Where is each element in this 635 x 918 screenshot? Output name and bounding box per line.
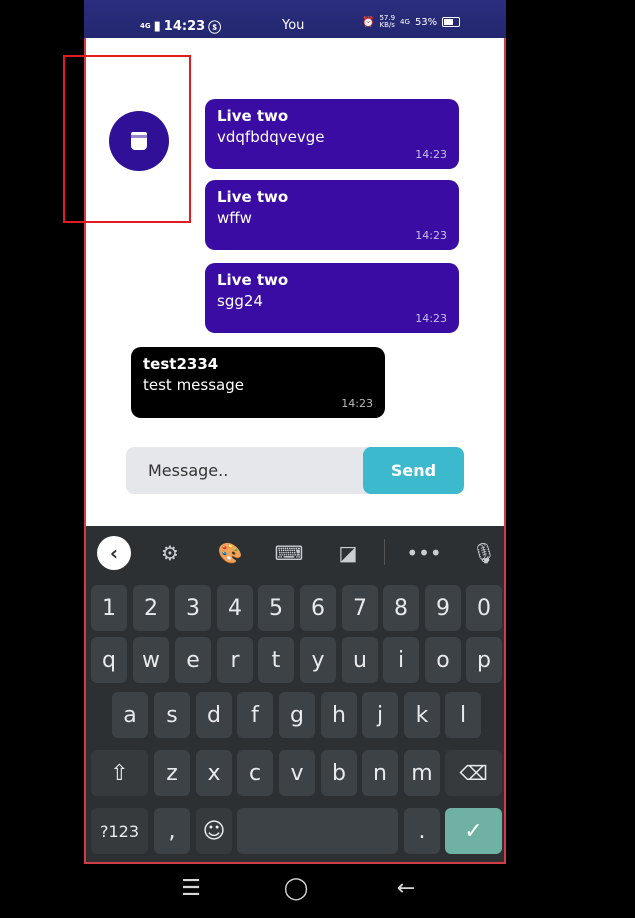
speed-indicator: 57.9 KB/s <box>379 15 395 29</box>
key-2[interactable]: 2 <box>133 585 169 631</box>
key-c[interactable]: c <box>237 750 273 796</box>
phone-screen: 4G ▮ 14:23 ⓢ You ⏰ 57.9 KB/s 4G 53% Live… <box>63 0 506 918</box>
more-icon[interactable]: ••• <box>406 536 441 570</box>
key-n[interactable]: n <box>362 750 398 796</box>
message-bubble: Live two wffw 14:23 <box>205 180 459 250</box>
messenger-icon: ⓢ <box>208 21 222 36</box>
message-bubble: Live two vdqfbdqvevge 14:23 <box>205 99 459 169</box>
key-8[interactable]: 8 <box>383 585 419 631</box>
key-s[interactable]: s <box>154 692 190 738</box>
status-time: 14:23 <box>163 19 206 34</box>
shift-icon[interactable]: ⇧ <box>91 750 148 796</box>
chevron-left-icon[interactable]: ‹ <box>97 536 131 570</box>
battery-percent: 53% <box>414 16 438 28</box>
message-sender: Live two <box>217 188 289 206</box>
message-composer: Send <box>126 447 464 494</box>
key-4[interactable]: 4 <box>217 585 253 631</box>
message-sender: Live two <box>217 271 289 289</box>
key-u[interactable]: u <box>342 637 378 683</box>
symbols-key[interactable]: ?123 <box>91 808 148 854</box>
clipboard-icon[interactable]: ◪ <box>331 536 365 570</box>
network-indicator-right: 4G <box>400 17 410 26</box>
key-v[interactable]: v <box>279 750 315 796</box>
key-w[interactable]: w <box>133 637 169 683</box>
key-a[interactable]: a <box>112 692 148 738</box>
chat-screen: Live two vdqfbdqvevge 14:23 Live two wff… <box>63 38 506 526</box>
message-sender: test2334 <box>143 355 219 373</box>
key-d[interactable]: d <box>196 692 232 738</box>
key-j[interactable]: j <box>362 692 398 738</box>
key-7[interactable]: 7 <box>342 585 378 631</box>
back-arrow-icon[interactable]: ← <box>391 876 421 901</box>
clear-chat-button[interactable] <box>109 111 169 171</box>
message-text: vdqfbdqvevge <box>217 128 325 146</box>
speed-unit: KB/s <box>379 21 395 29</box>
message-time: 14:23 <box>415 312 447 325</box>
signal-icon: ▮ <box>153 19 161 34</box>
key-o[interactable]: o <box>425 637 461 683</box>
key-r[interactable]: r <box>217 637 253 683</box>
backspace-icon[interactable]: ⌫ <box>445 750 502 796</box>
toolbar-divider <box>384 539 385 565</box>
key-t[interactable]: t <box>258 637 294 683</box>
key-z[interactable]: z <box>154 750 190 796</box>
palette-icon[interactable]: 🎨 <box>213 536 247 570</box>
key-k[interactable]: k <box>404 692 440 738</box>
microphone-icon[interactable]: 🎙 <box>467 536 501 570</box>
alarm-icon: ⏰ <box>362 16 375 28</box>
key-g[interactable]: g <box>279 692 315 738</box>
send-button[interactable]: Send <box>363 447 464 494</box>
key-b[interactable]: b <box>321 750 357 796</box>
keyboard-toolbar: ‹ ⚙ 🎨 ⌨ ◪ ••• 🎙 <box>86 526 504 578</box>
key-e[interactable]: e <box>175 637 211 683</box>
keyboard-icon[interactable]: ⌨ <box>272 536 306 570</box>
battery-icon <box>442 17 461 27</box>
key-l[interactable]: l <box>445 692 481 738</box>
key-1[interactable]: 1 <box>91 585 127 631</box>
soft-keyboard: ‹ ⚙ 🎨 ⌨ ◪ ••• 🎙 1 2 3 4 5 6 7 8 9 0 q w … <box>84 526 506 864</box>
message-text: wffw <box>217 209 252 227</box>
key-period[interactable]: . <box>404 808 440 854</box>
message-bubble: Live two sgg24 14:23 <box>205 263 459 333</box>
message-time: 14:23 <box>415 229 447 242</box>
message-text: test message <box>143 376 244 394</box>
message-time: 14:23 <box>341 397 373 410</box>
network-indicator: 4G <box>140 22 151 30</box>
home-icon[interactable]: ◯ <box>281 876 311 901</box>
key-q[interactable]: q <box>91 637 127 683</box>
key-comma[interactable]: , <box>154 808 190 854</box>
key-f[interactable]: f <box>237 692 273 738</box>
gear-icon[interactable]: ⚙ <box>153 536 187 570</box>
message-sender: Live two <box>217 107 289 125</box>
status-right: ⏰ 57.9 KB/s 4G 53% <box>362 15 461 29</box>
key-6[interactable]: 6 <box>300 585 336 631</box>
key-i[interactable]: i <box>383 637 419 683</box>
status-title: You <box>282 18 305 33</box>
recents-icon[interactable]: ☰ <box>176 876 206 901</box>
key-5[interactable]: 5 <box>258 585 294 631</box>
key-9[interactable]: 9 <box>425 585 461 631</box>
checkmark-icon[interactable]: ✓ <box>445 808 502 854</box>
cup-icon <box>131 132 147 150</box>
key-h[interactable]: h <box>321 692 357 738</box>
status-bar: 4G ▮ 14:23 ⓢ You ⏰ 57.9 KB/s 4G 53% <box>84 0 506 38</box>
emoji-icon[interactable]: ☺ <box>196 808 232 854</box>
key-3[interactable]: 3 <box>175 585 211 631</box>
message-input[interactable] <box>126 447 366 494</box>
status-left: 4G ▮ 14:23 ⓢ <box>140 17 221 36</box>
message-text: sgg24 <box>217 292 263 310</box>
message-time: 14:23 <box>415 148 447 161</box>
key-y[interactable]: y <box>300 637 336 683</box>
system-navbar: ☰ ◯ ← <box>84 864 506 918</box>
key-m[interactable]: m <box>404 750 440 796</box>
key-x[interactable]: x <box>196 750 232 796</box>
key-0[interactable]: 0 <box>466 585 502 631</box>
key-p[interactable]: p <box>466 637 502 683</box>
message-bubble: test2334 test message 14:23 <box>131 347 385 418</box>
space-key[interactable] <box>237 808 398 854</box>
